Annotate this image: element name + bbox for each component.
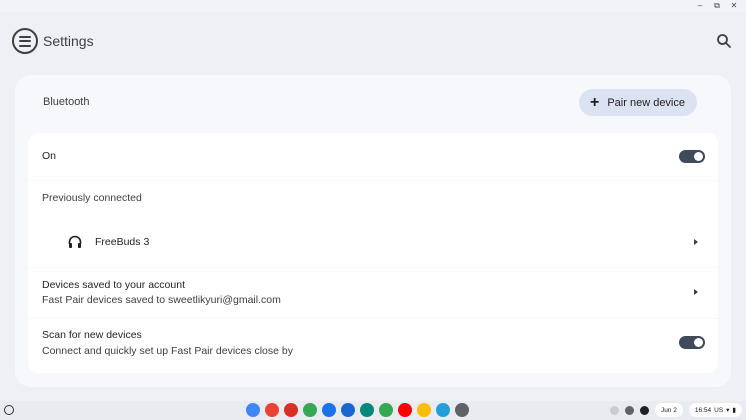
window-controls: – ⧉ ✕ [696, 1, 738, 11]
chrome-app-icon[interactable] [265, 403, 279, 417]
bluetooth-card: Bluetooth + Pair new device On Previousl… [15, 75, 731, 387]
docs-app-icon[interactable] [303, 403, 317, 417]
gmail-app-icon[interactable] [284, 403, 298, 417]
time-label: 16:54 [694, 406, 712, 414]
scan-devices-row[interactable]: Scan for new devices Connect and quickly… [28, 319, 718, 373]
page-title: Settings [43, 33, 94, 49]
launcher-icon[interactable] [4, 405, 14, 415]
previously-connected-header: Previously connected [28, 181, 718, 219]
play-store-app-icon[interactable] [379, 403, 393, 417]
meet-app-icon[interactable] [360, 403, 374, 417]
bluetooth-toggle[interactable] [679, 150, 705, 163]
region-label: US [714, 406, 724, 414]
on-label: On [42, 150, 57, 162]
settings-app-icon[interactable] [455, 403, 469, 417]
previously-connected-label: Previously connected [42, 192, 142, 204]
device-name: FreeBuds 3 [95, 236, 150, 248]
plus-icon: + [590, 93, 600, 111]
minimize-button[interactable]: – [696, 1, 704, 11]
date-label: Jun 2 [660, 406, 677, 414]
chevron-right-icon [694, 289, 698, 295]
headphones-icon [68, 235, 82, 248]
wifi-icon: ▾ [726, 407, 730, 414]
saved-devices-subtitle: Fast Pair devices saved to sweetlikyuri@… [42, 294, 281, 306]
photos-app-icon[interactable] [417, 403, 431, 417]
scan-subtitle: Connect and quickly set up Fast Pair dev… [42, 345, 293, 357]
hamburger-menu-icon[interactable] [12, 28, 38, 54]
search-icon[interactable] [716, 33, 732, 49]
app-header: Settings [0, 12, 746, 70]
section-title: Bluetooth [43, 96, 90, 108]
scan-toggle[interactable] [679, 336, 705, 349]
chevron-right-icon [694, 239, 698, 245]
device-row-freebuds[interactable]: FreeBuds 3 [28, 219, 718, 267]
close-button[interactable]: ✕ [730, 1, 738, 11]
battery-icon: ▮ [732, 407, 736, 414]
pair-new-device-button[interactable]: + Pair new device [579, 89, 697, 116]
window-titlebar: – ⧉ ✕ [0, 0, 746, 12]
status-tray[interactable]: Jun 2 16:54 US ▾ ▮ [609, 403, 742, 417]
stylus-icon[interactable] [609, 405, 619, 415]
maximize-button[interactable]: ⧉ [713, 1, 721, 11]
taskbar: Jun 2 16:54 US ▾ ▮ [0, 401, 746, 420]
files-app-icon[interactable] [322, 403, 336, 417]
notification-icon[interactable] [639, 405, 649, 415]
youtube-app-icon[interactable] [398, 403, 412, 417]
assistant-app-icon[interactable] [246, 403, 260, 417]
messages-app-icon[interactable] [341, 403, 355, 417]
pair-new-device-label: Pair new device [607, 96, 685, 109]
app-shelf [246, 403, 469, 417]
saved-devices-row[interactable]: Devices saved to your account Fast Pair … [28, 268, 718, 318]
date-pill[interactable]: Jun 2 [654, 403, 683, 417]
clock-pill[interactable]: 16:54 US ▾ ▮ [688, 403, 742, 417]
scan-title: Scan for new devices [42, 329, 142, 341]
saved-devices-title: Devices saved to your account [42, 279, 185, 291]
telegram-app-icon[interactable] [436, 403, 450, 417]
bluetooth-on-row[interactable]: On [28, 133, 718, 180]
tote-icon[interactable] [624, 405, 634, 415]
